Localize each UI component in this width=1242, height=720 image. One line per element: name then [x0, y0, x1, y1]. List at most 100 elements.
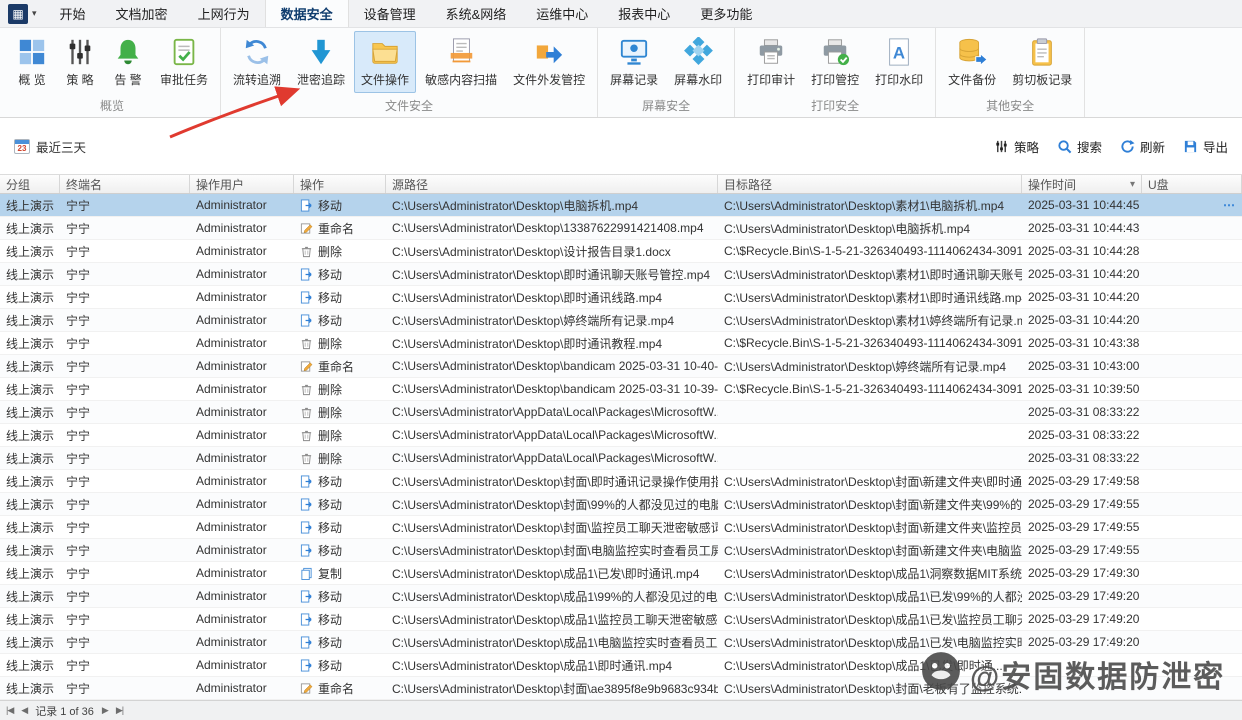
- table-row[interactable]: 线上演示 宁宁 Administrator 移动 C:\Users\Admini…: [0, 470, 1242, 493]
- table-row[interactable]: 线上演示 宁宁 Administrator 删除 C:\Users\Admini…: [0, 378, 1242, 401]
- tab-more-features[interactable]: 更多功能: [685, 0, 767, 27]
- column-header-user[interactable]: 操作用户: [190, 175, 294, 193]
- export-button[interactable]: 导出: [1183, 137, 1228, 156]
- tab-device-mgmt[interactable]: 设备管理: [349, 0, 431, 27]
- operation-icon: [300, 498, 313, 511]
- cell-usb: ⋯: [1142, 631, 1242, 653]
- table-row[interactable]: 线上演示 宁宁 Administrator 移动 C:\Users\Admini…: [0, 539, 1242, 562]
- overview-button[interactable]: 概 览: [9, 31, 55, 93]
- refresh-button[interactable]: 刷新: [1120, 137, 1165, 156]
- table-row[interactable]: 线上演示 宁宁 Administrator 移动 C:\Users\Admini…: [0, 286, 1242, 309]
- table-row[interactable]: 线上演示 宁宁 Administrator 移动 C:\Users\Admini…: [0, 493, 1242, 516]
- table-row[interactable]: 线上演示 宁宁 Administrator 移动 C:\Users\Admini…: [0, 309, 1242, 332]
- tab-ops-center[interactable]: 运维中心: [521, 0, 603, 27]
- alerts-button[interactable]: 告 警: [105, 31, 151, 93]
- file-operations-button[interactable]: 文件操作: [354, 31, 416, 93]
- document-scan-icon: [446, 36, 476, 68]
- tab-data-security[interactable]: 数据安全: [265, 0, 349, 27]
- operation-label: 移动: [318, 312, 342, 329]
- approval-tasks-button[interactable]: 审批任务: [153, 31, 215, 93]
- sensitive-scan-button[interactable]: 敏感内容扫描: [418, 31, 504, 93]
- policy-button-ribbon[interactable]: 策 略: [57, 31, 103, 93]
- cell-terminal: 宁宁: [60, 309, 190, 331]
- table-row[interactable]: 线上演示 宁宁 Administrator 删除 C:\Users\Admini…: [0, 401, 1242, 424]
- tab-report-center[interactable]: 报表中心: [603, 0, 685, 27]
- cell-time: 2025-03-31 10:44:43: [1022, 217, 1142, 239]
- table-row[interactable]: 线上演示 宁宁 Administrator 删除 C:\Users\Admini…: [0, 240, 1242, 263]
- cell-source-path: C:\Users\Administrator\Desktop\bandicam …: [386, 355, 718, 377]
- ribbon-group-label: 屏幕安全: [602, 94, 730, 118]
- operation-icon: [300, 222, 313, 235]
- refresh-icon: [1120, 139, 1135, 154]
- table-row[interactable]: 线上演示 宁宁 Administrator 删除 C:\Users\Admini…: [0, 332, 1242, 355]
- table-row[interactable]: 线上演示 宁宁 Administrator 移动 C:\Users\Admini…: [0, 516, 1242, 539]
- date-filter-button[interactable]: 23 最近三天: [14, 137, 86, 156]
- clipboard-record-button[interactable]: 剪切板记录: [1005, 31, 1079, 93]
- nav-prev-icon[interactable]: ◀: [21, 705, 27, 716]
- column-header-terminal[interactable]: 终端名: [60, 175, 190, 193]
- policy-button[interactable]: 策略: [994, 137, 1039, 156]
- screen-watermark-button[interactable]: 屏幕水印: [667, 31, 729, 93]
- row-more-icon[interactable]: ⋯: [1223, 198, 1236, 212]
- tab-system-network[interactable]: 系统&网络: [431, 0, 522, 27]
- leak-trace-button[interactable]: 泄密追踪: [290, 31, 352, 93]
- nav-last-icon[interactable]: ▶|: [116, 705, 123, 716]
- cell-user: Administrator: [190, 516, 294, 538]
- move-icon: [300, 613, 313, 626]
- table-row[interactable]: 线上演示 宁宁 Administrator 移动 C:\Users\Admini…: [0, 194, 1242, 217]
- table-row[interactable]: 线上演示 宁宁 Administrator 移动 C:\Users\Admini…: [0, 263, 1242, 286]
- cell-terminal: 宁宁: [60, 194, 190, 216]
- cell-target-path: C:\Users\Administrator\Desktop\成品1\已发\即时…: [718, 654, 1022, 676]
- table-row[interactable]: 线上演示 宁宁 Administrator 删除 C:\Users\Admini…: [0, 424, 1242, 447]
- button-label: 打印水印: [875, 71, 923, 88]
- table-row[interactable]: 线上演示 宁宁 Administrator 重命名 C:\Users\Admin…: [0, 355, 1242, 378]
- file-outgoing-control-button[interactable]: 文件外发管控: [506, 31, 592, 93]
- table-row[interactable]: 线上演示 宁宁 Administrator 删除 C:\Users\Admini…: [0, 447, 1242, 470]
- column-header-group[interactable]: 分组: [0, 175, 60, 193]
- mosaic-watermark-icon: [683, 36, 713, 68]
- file-backup-button[interactable]: 文件备份: [941, 31, 1003, 93]
- nav-next-icon[interactable]: ▶: [102, 705, 108, 716]
- cell-group: 线上演示: [0, 677, 60, 699]
- operation-icon: [300, 567, 313, 580]
- screen-record-button[interactable]: 屏幕记录: [603, 31, 665, 93]
- cell-terminal: 宁宁: [60, 654, 190, 676]
- cell-group: 线上演示: [0, 585, 60, 607]
- search-button[interactable]: 搜索: [1057, 137, 1102, 156]
- operation-icon: [300, 659, 313, 672]
- column-header-operation[interactable]: 操作: [294, 175, 386, 193]
- column-header-time[interactable]: 操作时间▾: [1022, 175, 1142, 193]
- tab-start[interactable]: 开始: [45, 0, 101, 27]
- table-row[interactable]: 线上演示 宁宁 Administrator 重命名 C:\Users\Admin…: [0, 677, 1242, 700]
- operation-label: 移动: [318, 634, 342, 651]
- cell-usb: ⋯: [1142, 355, 1242, 377]
- button-label: 流转追溯: [233, 71, 281, 88]
- cell-usb: ⋯: [1142, 332, 1242, 354]
- column-header-target-path[interactable]: 目标路径: [718, 175, 1022, 193]
- print-watermark-button[interactable]: A 打印水印: [868, 31, 930, 93]
- table-row[interactable]: 线上演示 宁宁 Administrator 移动 C:\Users\Admini…: [0, 585, 1242, 608]
- tab-doc-encrypt[interactable]: 文档加密: [101, 0, 183, 27]
- app-menu-button[interactable]: ▦ ▾: [0, 0, 45, 27]
- table-row[interactable]: 线上演示 宁宁 Administrator 重命名 C:\Users\Admin…: [0, 217, 1242, 240]
- cell-operation: 移动: [294, 631, 386, 653]
- cell-target-path: C:\Users\Administrator\Desktop\素材1\电脑拆机.…: [718, 194, 1022, 216]
- table-row[interactable]: 线上演示 宁宁 Administrator 移动 C:\Users\Admini…: [0, 654, 1242, 677]
- operation-icon: [300, 590, 313, 603]
- column-header-source-path[interactable]: 源路径: [386, 175, 718, 193]
- operation-label: 重命名: [318, 680, 354, 697]
- column-header-usb[interactable]: U盘: [1142, 175, 1242, 193]
- flow-trace-button[interactable]: 流转追溯: [226, 31, 288, 93]
- table-row[interactable]: 线上演示 宁宁 Administrator 移动 C:\Users\Admini…: [0, 631, 1242, 654]
- table-row[interactable]: 线上演示 宁宁 Administrator 复制 C:\Users\Admini…: [0, 562, 1242, 585]
- nav-first-icon[interactable]: |◀: [6, 705, 13, 716]
- task-check-icon: [169, 36, 199, 68]
- print-audit-button[interactable]: 打印审计: [740, 31, 802, 93]
- cell-user: Administrator: [190, 539, 294, 561]
- table-row[interactable]: 线上演示 宁宁 Administrator 移动 C:\Users\Admini…: [0, 608, 1242, 631]
- tab-web-behavior[interactable]: 上网行为: [183, 0, 265, 27]
- cell-usb: ⋯: [1142, 585, 1242, 607]
- print-control-button[interactable]: 打印管控: [804, 31, 866, 93]
- cell-usb: ⋯: [1142, 378, 1242, 400]
- sort-indicator-icon[interactable]: ▾: [1130, 179, 1135, 190]
